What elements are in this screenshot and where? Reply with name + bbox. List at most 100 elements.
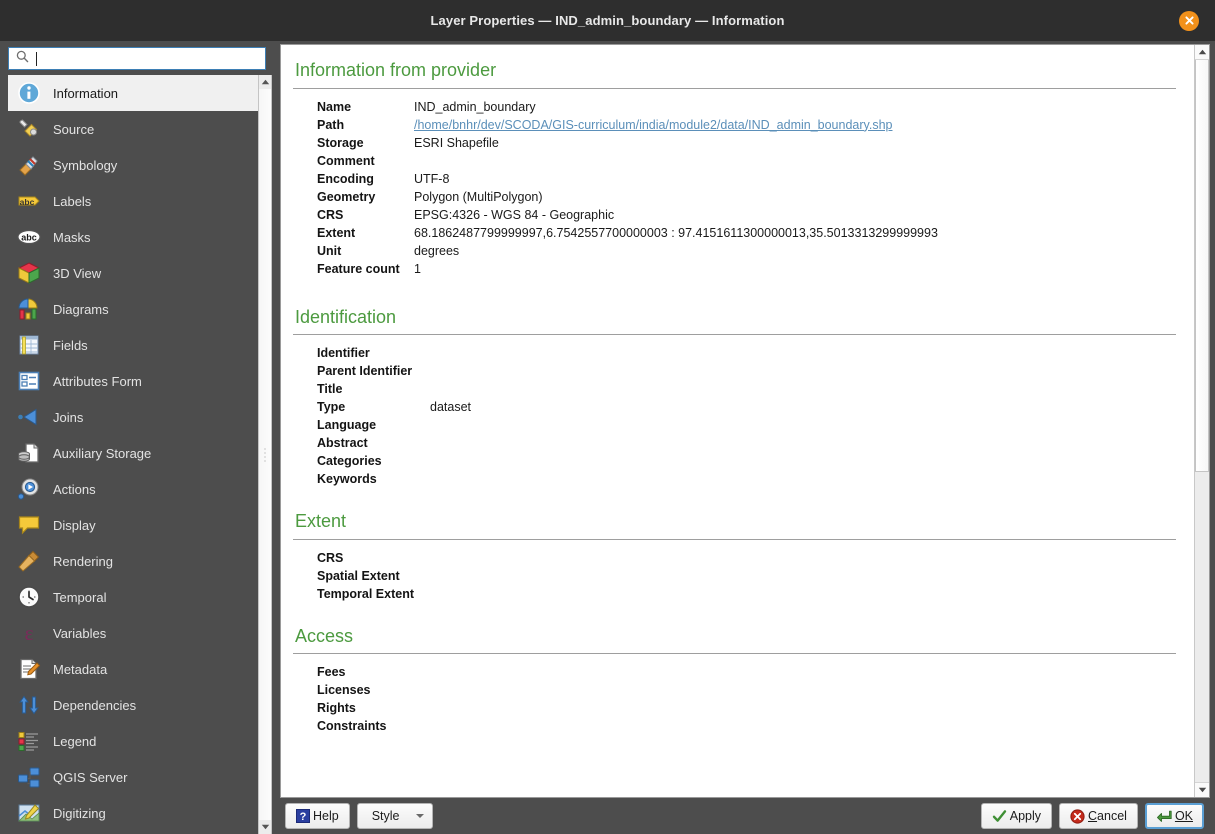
sidebar-item-label: Actions — [53, 481, 96, 497]
sidebar-item-source[interactable]: Source — [8, 111, 258, 147]
content-scroll-down-icon[interactable] — [1195, 782, 1209, 797]
sidebar: Information Source Symbology abc Labels abc Ma… — [0, 41, 277, 834]
chevron-down-icon[interactable] — [415, 814, 424, 818]
property-key: Categories — [317, 454, 382, 468]
attributes-form-icon — [16, 368, 42, 394]
property-value: degrees — [414, 243, 460, 258]
cancel-accel-key: C — [1088, 809, 1098, 823]
property-key: Rights — [317, 701, 356, 715]
section-access: Access Fees Licenses Rights Constraints — [293, 625, 1176, 752]
sidebar-item-label: 3D View — [53, 265, 102, 281]
sidebar-item-label: Temporal — [53, 589, 107, 605]
sidebar-item-label: Joins — [53, 409, 84, 425]
sidebar-item-temporal[interactable]: Temporal — [8, 579, 258, 615]
ok-accel-key: OK — [1174, 809, 1193, 823]
ok-button-label: OK — [1175, 809, 1193, 823]
sidebar-item-display[interactable]: Display — [8, 507, 258, 543]
content-frame: Information from provider Name IND_admin_b… — [280, 44, 1210, 798]
property-value — [414, 717, 1176, 735]
information-icon — [16, 80, 42, 106]
metadata-pencil-icon — [16, 656, 42, 682]
window-title: Layer Properties — IND_admin_boundary — … — [430, 13, 785, 28]
content-scroll-up-icon[interactable] — [1195, 45, 1209, 60]
sidebar-item-metadata[interactable]: Metadata — [8, 651, 258, 687]
property-value — [414, 152, 1176, 170]
property-value — [414, 699, 1176, 717]
section-extent: Extent CRS Spatial Extent Temporal Extent — [293, 510, 1176, 619]
sidebar-item-information[interactable]: Information — [8, 75, 258, 111]
scroll-grip — [264, 446, 266, 463]
style-button[interactable]: Style — [356, 803, 433, 829]
sidebar-scrollbar[interactable] — [258, 75, 272, 834]
scroll-up-icon[interactable] — [259, 75, 271, 89]
sidebar-item-label: Variables — [53, 625, 107, 641]
property-key: Temporal Extent — [317, 586, 415, 601]
content-scroll-thumb[interactable] — [1195, 60, 1209, 472]
sidebar-item-label: Labels — [53, 193, 92, 209]
property-value — [414, 663, 1176, 681]
property-value[interactable]: /home/bnhr/dev/SCODA/GIS-curriculum/indi… — [414, 116, 1176, 134]
help-question-icon: ? — [296, 809, 310, 823]
sidebar-scroll-trough[interactable] — [259, 89, 271, 820]
sidebar-item-labels[interactable]: abc Labels — [8, 183, 258, 219]
apply-button[interactable]: Apply — [980, 803, 1053, 829]
sidebar-item-dependencies[interactable]: Dependencies — [8, 687, 258, 723]
search-input[interactable] — [35, 49, 261, 68]
sidebar-item-diagrams[interactable]: Diagrams — [8, 291, 258, 327]
property-key: Type — [317, 400, 346, 414]
property-key: Storage — [317, 135, 364, 150]
title-bar[interactable]: Layer Properties — IND_admin_boundary — … — [0, 0, 1215, 41]
property-value — [430, 380, 1176, 398]
sidebar-item-label: Fields — [53, 337, 88, 353]
sidebar-item-actions[interactable]: Actions — [8, 471, 258, 507]
section-title: Identification — [295, 306, 397, 327]
apply-button-label: Apply — [1009, 809, 1042, 823]
property-value — [414, 567, 1176, 585]
digitizing-pencil-map-icon — [16, 800, 42, 826]
property-value: Polygon (MultiPolygon) — [414, 189, 543, 204]
sidebar-item-symbology[interactable]: Symbology — [8, 147, 258, 183]
sidebar-item-digitizing[interactable]: Digitizing — [8, 795, 258, 831]
fields-table-icon — [16, 332, 42, 358]
property-value: EPSG:4326 - WGS 84 - Geographic — [414, 207, 615, 222]
sidebar-item-fields[interactable]: Fields — [8, 327, 258, 363]
search-box[interactable] — [8, 47, 266, 70]
dialog-button-bar: ? Help Style Apply Cancel OK — [280, 798, 1210, 834]
scroll-down-icon[interactable] — [259, 820, 271, 834]
style-button-label: Style — [371, 809, 400, 823]
source-wrench-icon — [16, 116, 42, 142]
property-key: Path — [317, 117, 345, 132]
sidebar-item-legend[interactable]: Legend — [8, 723, 258, 759]
sidebar-item-joins[interactable]: Joins — [8, 399, 258, 435]
sidebar-item-qgis-server[interactable]: QGIS Server — [8, 759, 258, 795]
variables-epsilon-icon: ε — [16, 620, 42, 646]
property-value — [430, 452, 1176, 470]
property-key: Encoding — [317, 171, 374, 186]
main-panel: Information from provider Name IND_admin_b… — [277, 41, 1215, 834]
section-divider — [293, 334, 1176, 335]
section-divider — [293, 538, 1176, 540]
path-link[interactable]: /home/bnhr/dev/SCODA/GIS-curriculum/indi… — [414, 118, 892, 132]
sidebar-item-rendering[interactable]: Rendering — [8, 543, 258, 579]
ok-button[interactable]: OK — [1144, 803, 1204, 829]
sidebar-item-variables[interactable]: ε Variables — [8, 615, 258, 651]
property-key: Parent Identifier — [317, 364, 413, 378]
sidebar-item-label: Diagrams — [53, 301, 109, 317]
cancel-button-label: Cancel — [1088, 809, 1127, 823]
cancel-label-rest: ancel — [1097, 809, 1127, 823]
close-icon[interactable] — [1179, 10, 1199, 31]
property-value — [430, 416, 1176, 434]
cancel-button[interactable]: Cancel — [1059, 803, 1138, 829]
sidebar-item-masks[interactable]: abc Masks — [8, 219, 258, 255]
sidebar-item-label: Dependencies — [53, 697, 137, 713]
sidebar-item-3d-view[interactable]: 3D View — [8, 255, 258, 291]
property-key: CRS — [317, 207, 344, 222]
content-scroll-track[interactable] — [1195, 60, 1209, 782]
help-button[interactable]: ? Help — [285, 803, 350, 829]
property-key: Constraints — [317, 719, 387, 733]
property-key: Licenses — [317, 683, 371, 697]
content-scrollbar[interactable] — [1194, 45, 1209, 797]
sidebar-item-auxiliary-storage[interactable]: Auxiliary Storage — [8, 435, 258, 471]
sidebar-item-attributes-form[interactable]: Attributes Form — [8, 363, 258, 399]
